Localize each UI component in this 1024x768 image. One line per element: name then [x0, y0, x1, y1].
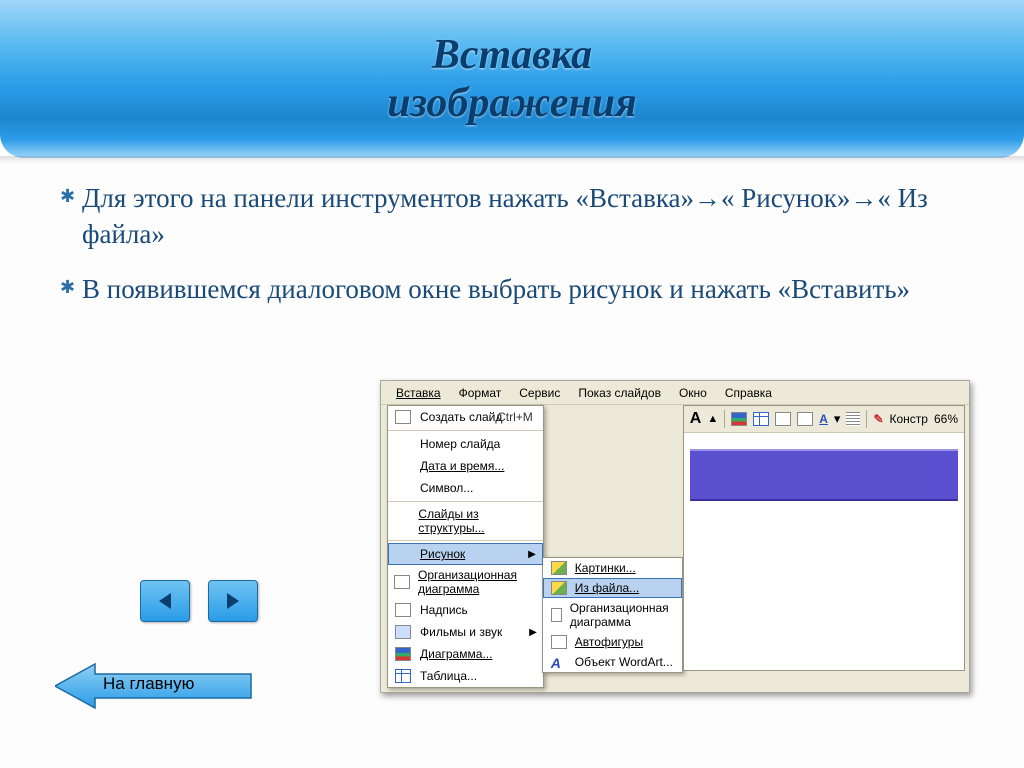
menu-item-diagram[interactable]: Диаграмма... — [388, 643, 543, 665]
prev-button[interactable] — [140, 580, 190, 622]
chevron-right-icon: ▶ — [529, 627, 537, 638]
menu-tools[interactable]: Сервис — [512, 384, 567, 402]
menu-item-slides-structure[interactable]: Слайды из структуры... — [388, 504, 543, 538]
title-line2: изображения — [387, 79, 637, 127]
title-line1: Вставка — [432, 31, 592, 79]
submenu-wordart[interactable]: AОбъект WordArt... — [543, 652, 682, 672]
submenu-autoshapes[interactable]: Автофигуры — [543, 632, 682, 652]
image-icon — [551, 581, 567, 595]
triangle-left-icon — [153, 589, 177, 613]
menu-item-new-slide[interactable]: Создать слайд Ctrl+M — [388, 406, 543, 428]
picture-submenu: Картинки... Из файла... Организационная … — [542, 557, 683, 673]
video-icon — [395, 625, 411, 639]
menu-item-table[interactable]: Таблица... — [388, 665, 543, 687]
formatting-toolbar: A ▲ A ▾ ✎ Констр 66% — [684, 406, 964, 433]
construct-label: Констр — [890, 412, 928, 426]
nav-buttons — [140, 580, 258, 622]
menu-item-movies-sound[interactable]: Фильмы и звук▶ — [388, 621, 543, 643]
next-button[interactable] — [208, 580, 258, 622]
submenu-from-file[interactable]: Из файла... — [543, 578, 682, 598]
submenu-org-diagram[interactable]: Организационная диаграмма — [543, 598, 682, 632]
bullet-item: Для этого на панели инструментов нажать … — [60, 180, 976, 253]
menu-slideshow[interactable]: Показ слайдов — [571, 384, 668, 402]
layout-icon[interactable] — [775, 412, 791, 426]
font-size-icon: A — [690, 410, 702, 428]
bullet-item: В появившемся диалоговом окне выбрать ри… — [60, 271, 976, 307]
orgchart-icon — [394, 575, 410, 589]
pen-icon[interactable]: ✎ — [873, 412, 883, 426]
menu-item-slide-number[interactable]: Номер слайда — [388, 433, 543, 455]
layout-icon[interactable] — [797, 412, 813, 426]
menu-insert[interactable]: Вставка — [389, 384, 448, 402]
table-icon[interactable] — [753, 412, 769, 426]
clipart-icon — [551, 561, 567, 575]
chart-icon[interactable] — [731, 412, 747, 426]
submenu-clipart[interactable]: Картинки... — [543, 558, 682, 578]
orgchart-icon — [551, 608, 562, 622]
insert-dropdown: Создать слайд Ctrl+M Номер слайда Дата и… — [387, 405, 544, 688]
slide-area — [690, 449, 958, 501]
menu-item-org-chart[interactable]: Организационная диаграмма — [388, 565, 543, 599]
menu-item-symbol[interactable]: Символ... — [388, 477, 543, 499]
menubar: Вставка Формат Сервис Показ слайдов Окно… — [381, 381, 969, 405]
menu-item-date-time[interactable]: Дата и время... — [388, 455, 543, 477]
home-button[interactable]: На главную — [55, 660, 255, 712]
chevron-right-icon: ▶ — [528, 549, 536, 560]
textbox-icon — [395, 603, 411, 617]
zoom-value: 66% — [934, 412, 958, 426]
grid-icon[interactable] — [846, 412, 860, 426]
shapes-icon — [551, 635, 567, 649]
table-icon — [395, 669, 411, 683]
bullet-list: Для этого на панели инструментов нажать … — [60, 180, 976, 307]
app-menu-screenshot: Вставка Формат Сервис Показ слайдов Окно… — [380, 380, 970, 693]
menu-help[interactable]: Справка — [718, 384, 779, 402]
right-panel: A ▲ A ▾ ✎ Констр 66% — [683, 405, 965, 671]
slide-icon — [395, 410, 411, 424]
menu-item-picture[interactable]: Рисунок ▶ — [388, 543, 543, 565]
triangle-right-icon — [221, 589, 245, 613]
menu-item-textbox[interactable]: Надпись — [388, 599, 543, 621]
wordart-icon: A — [551, 655, 567, 669]
menu-window[interactable]: Окно — [672, 384, 714, 402]
shortcut-label: Ctrl+M — [497, 410, 533, 424]
home-label: На главную — [103, 674, 194, 694]
menu-format[interactable]: Формат — [452, 384, 509, 402]
chart-icon — [395, 647, 411, 661]
font-color-icon[interactable]: A — [819, 412, 828, 426]
slide-header: Вставка изображения — [0, 0, 1024, 158]
